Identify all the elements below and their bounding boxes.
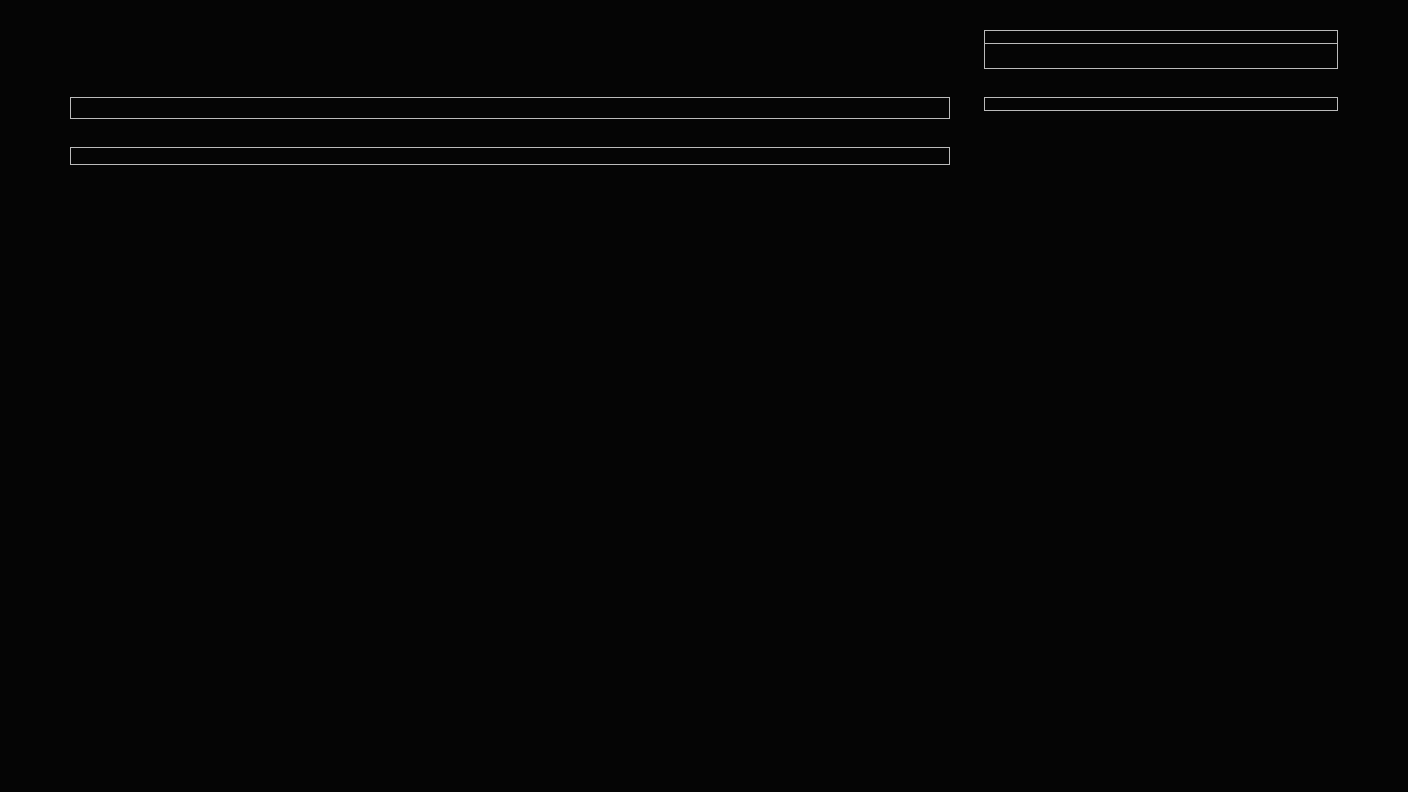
- display-mode-value[interactable]: [984, 97, 1338, 111]
- families-box: [70, 97, 950, 119]
- element-detail-panel: [984, 30, 1338, 69]
- element-detail-title: [985, 31, 1337, 44]
- blocks-box: [70, 147, 950, 165]
